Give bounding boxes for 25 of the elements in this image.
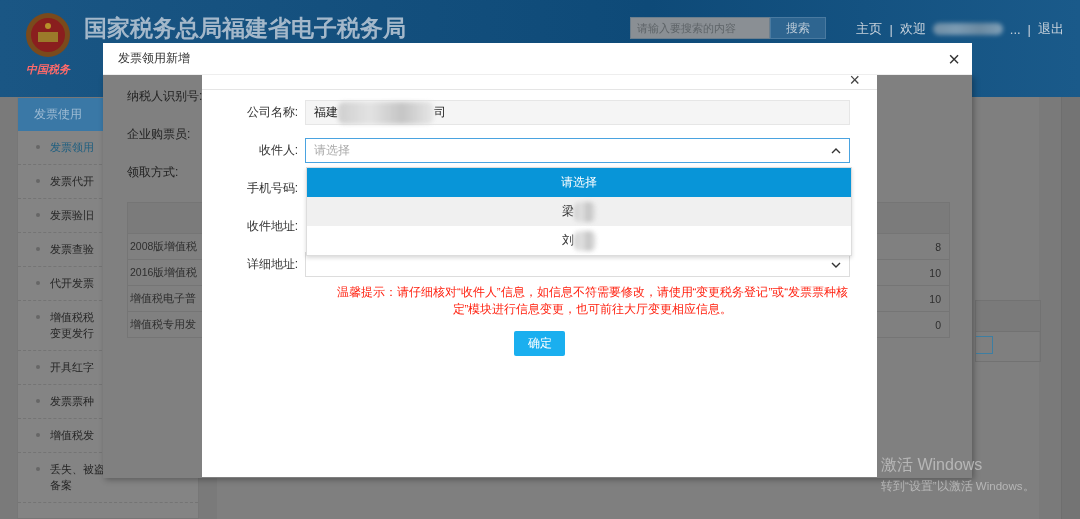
logo-caption: 中国税务 [26, 62, 70, 77]
field-label: 收件地址: [245, 218, 299, 235]
field-label: 详细地址: [245, 256, 299, 273]
field-label: 收件人: [257, 142, 299, 159]
field-label: 手机号码: [245, 180, 299, 197]
table-cell: 10 [929, 266, 941, 279]
nav-separator: | [1027, 21, 1031, 37]
warning-text: 温馨提示：请仔细核对“收件人”信息，如信息不符需要修改，请使用“变更税务登记”或“发票票种核定”模块进行信息变更，也可前往大厅变更相应信息。 [335, 285, 850, 317]
field-label: 纳税人识别号: [127, 88, 203, 105]
table-cell: 10 [929, 292, 941, 305]
table-cell: 8 [935, 240, 941, 253]
field-label: 企业购票员: [127, 126, 191, 143]
dialog-title: 发票领用新增 [118, 50, 190, 67]
table-cell: 增值税专用发 [130, 317, 196, 332]
field-label: 公司名称: [245, 104, 299, 121]
site-title: 国家税务总局福建省电子税务局 [84, 14, 406, 43]
welcome-text: 欢迎 [899, 20, 926, 38]
table-cell: 增值税电子普 [130, 291, 196, 306]
field-value: 福建 [314, 104, 338, 121]
field-value: 司 [434, 104, 446, 121]
table-cell: 0 [935, 318, 941, 331]
table-cell: 2016版增值税 [130, 265, 198, 280]
nav-separator: | [889, 21, 893, 37]
field-label: 领取方式: [127, 164, 179, 181]
table-cell: 2008版增值税 [130, 239, 198, 254]
